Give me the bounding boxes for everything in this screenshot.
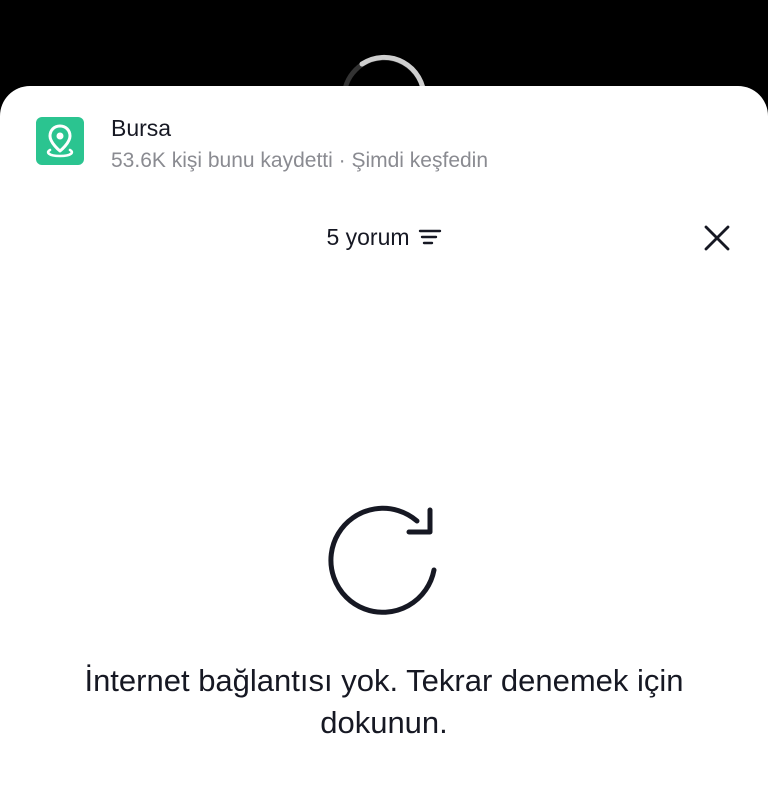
error-message[interactable]: İnternet bağlantısı yok. Tekrar denemek … bbox=[84, 660, 684, 744]
filter-icon bbox=[418, 229, 441, 245]
close-button[interactable] bbox=[700, 221, 734, 255]
comments-sheet: Bursa 53.6K kişi bunu kaydetti · Şimdi k… bbox=[0, 86, 768, 786]
location-banner[interactable]: Bursa 53.6K kişi bunu kaydetti · Şimdi k… bbox=[36, 114, 488, 175]
location-title[interactable]: Bursa bbox=[111, 114, 488, 142]
location-text[interactable]: Bursa 53.6K kişi bunu kaydetti · Şimdi k… bbox=[111, 114, 488, 175]
retry-icon[interactable] bbox=[324, 496, 444, 616]
close-icon bbox=[704, 225, 730, 251]
location-subtitle[interactable]: 53.6K kişi bunu kaydetti · Şimdi keşfedi… bbox=[111, 147, 488, 175]
location-pin-icon bbox=[36, 117, 84, 165]
comments-header: 5 yorum bbox=[0, 222, 768, 252]
comment-sort-button[interactable]: 5 yorum bbox=[326, 224, 441, 251]
comments-count-label: 5 yorum bbox=[326, 223, 410, 250]
